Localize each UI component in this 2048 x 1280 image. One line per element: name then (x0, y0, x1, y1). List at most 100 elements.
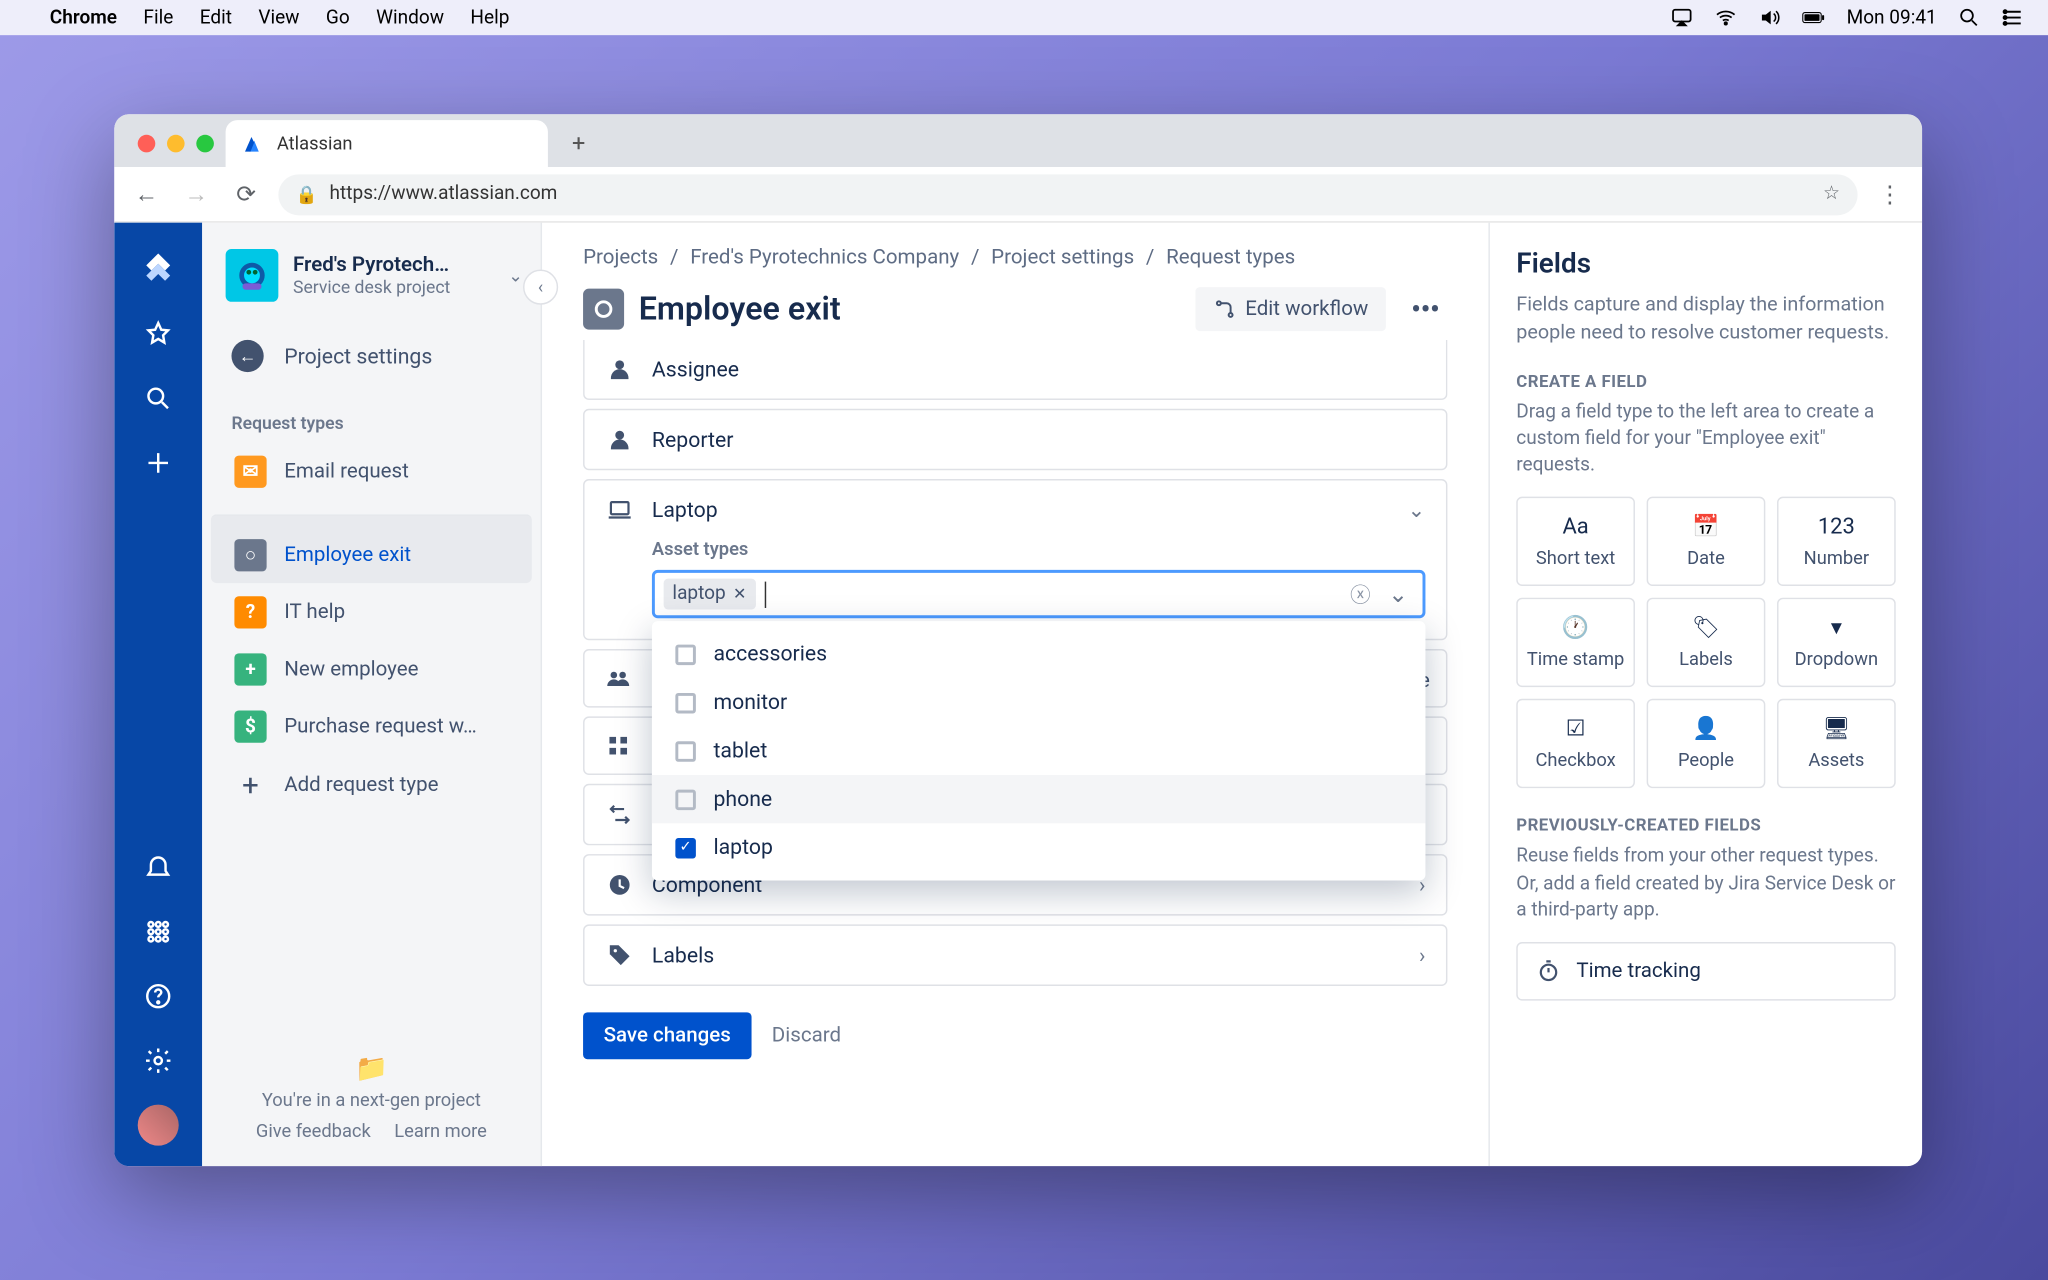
field-type-icon: 🕐 (1562, 614, 1589, 640)
url-field[interactable]: 🔒 https://www.atlassian.com ☆ (278, 174, 1857, 215)
browser-tab[interactable]: Atlassian (226, 120, 548, 167)
field-type-assets[interactable]: 🖥Assets (1777, 699, 1896, 788)
time-tracking-field[interactable]: Time tracking (1516, 942, 1895, 1001)
nav-settings-icon[interactable] (132, 1034, 185, 1087)
folder-icon: 📁 (226, 1053, 518, 1084)
breadcrumb-item[interactable]: Request types (1166, 246, 1295, 269)
wifi-icon[interactable] (1715, 6, 1738, 29)
stopwatch-icon (1535, 958, 1561, 984)
field-type-dropdown[interactable]: ▾Dropdown (1777, 598, 1896, 687)
menu-view[interactable]: View (258, 7, 299, 29)
nav-star-icon[interactable] (132, 308, 185, 361)
clear-all-icon[interactable]: ⓧ (1350, 579, 1371, 608)
field-reporter[interactable]: Reporter (583, 409, 1447, 471)
request-type-item[interactable]: ✉Email request (211, 444, 532, 500)
chrome-menu-button[interactable]: ⋮ (1872, 177, 1907, 212)
dropdown-option[interactable]: tablet (652, 727, 1426, 775)
field-laptop: Laptop⌄ Asset types laptop✕ ⓧ ⌄ accessor… (583, 479, 1447, 640)
address-bar: ← → ⟳ 🔒 https://www.atlassian.com ☆ ⋮ (114, 167, 1922, 223)
window-controls[interactable] (132, 135, 226, 167)
nav-create-icon[interactable] (132, 437, 185, 490)
jira-app: ‹ Fred's Pyrotech… Service desk project … (114, 223, 1922, 1166)
menubar-app[interactable]: Chrome (50, 7, 117, 29)
menubar-clock[interactable]: Mon 09:41 (1847, 7, 1937, 29)
team-icon (605, 665, 631, 691)
field-assignee[interactable]: Assignee (583, 340, 1447, 400)
dropdown-option[interactable]: accessories (652, 630, 1426, 678)
dropdown-option[interactable]: monitor (652, 678, 1426, 726)
breadcrumb-item[interactable]: Fred's Pyrotechnics Company (690, 246, 959, 269)
lock-icon: 🔒 (296, 184, 318, 205)
previously-created-heading: PREVIOUSLY-CREATED FIELDS (1516, 815, 1895, 836)
battery-icon[interactable] (1803, 6, 1826, 29)
field-labels[interactable]: Labels› (583, 924, 1447, 986)
forward-button[interactable]: → (179, 177, 214, 212)
request-type-glyph-icon: + (234, 653, 266, 685)
remove-chip-icon[interactable]: ✕ (733, 585, 747, 604)
request-type-item[interactable]: +New employee (211, 642, 532, 698)
menu-help[interactable]: Help (470, 7, 509, 29)
chevron-down-icon[interactable]: ⌄ (1408, 497, 1426, 522)
nav-apps-icon[interactable] (132, 905, 185, 958)
field-type-icon: 🖥 (1822, 715, 1850, 741)
request-type-item[interactable]: ?IT help (211, 585, 532, 641)
asset-types-multiselect[interactable]: laptop✕ ⓧ ⌄ accessoriesmonitortabletphon… (652, 570, 1426, 618)
breadcrumb-item[interactable]: Project settings (991, 246, 1134, 269)
asset-types-dropdown: accessoriesmonitortabletphone✓laptop (652, 621, 1426, 880)
menu-edit[interactable]: Edit (200, 7, 232, 29)
field-type-people[interactable]: 👤People (1647, 699, 1766, 788)
project-header[interactable]: Fred's Pyrotech… Service desk project ⌄ (202, 223, 540, 314)
nav-avatar[interactable] (138, 1105, 179, 1146)
global-nav (114, 223, 202, 1166)
request-type-item[interactable]: $Purchase request w… (211, 699, 532, 755)
field-type-short-text[interactable]: AaShort text (1516, 497, 1635, 586)
field-type-number[interactable]: 123Number (1777, 497, 1896, 586)
field-type-time-stamp[interactable]: 🕐Time stamp (1516, 598, 1635, 687)
control-center-icon[interactable] (2001, 6, 2024, 29)
field-type-checkbox[interactable]: ☑Checkbox (1516, 699, 1635, 788)
jira-logo-icon[interactable] (138, 243, 179, 284)
edit-workflow-button[interactable]: Edit workflow (1195, 287, 1385, 331)
tab-strip: Atlassian + (114, 114, 1922, 167)
nav-help-icon[interactable] (132, 970, 185, 1023)
checkbox-icon (675, 692, 696, 713)
field-type-labels[interactable]: 🏷Labels (1647, 598, 1766, 687)
project-subtitle: Service desk project (293, 277, 494, 298)
checkbox-icon (675, 644, 696, 665)
give-feedback-link[interactable]: Give feedback (256, 1121, 371, 1143)
field-type-date[interactable]: 📅Date (1647, 497, 1766, 586)
discard-button[interactable]: Discard (772, 1024, 841, 1047)
menu-go[interactable]: Go (326, 7, 350, 29)
new-tab-button[interactable]: + (557, 120, 601, 164)
nav-notifications-icon[interactable] (132, 841, 185, 894)
airplay-icon[interactable] (1671, 6, 1694, 29)
project-switcher-chevron-icon[interactable]: ⌄ (508, 265, 523, 286)
dropdown-chevron-icon[interactable]: ⌄ (1388, 580, 1408, 608)
request-type-item[interactable]: ○Employee exit (211, 514, 532, 583)
selected-chip[interactable]: laptop✕ (664, 579, 756, 610)
spotlight-icon[interactable] (1957, 6, 1980, 29)
nav-search-icon[interactable] (132, 372, 185, 425)
more-actions-button[interactable]: ••• (1403, 287, 1447, 331)
dropdown-option[interactable]: phone (652, 775, 1426, 823)
asset-types-label: Asset types (652, 539, 1426, 561)
person-icon (605, 355, 634, 384)
volume-icon[interactable] (1759, 6, 1782, 29)
next-gen-msg: You're in a next-gen project (226, 1090, 518, 1112)
add-request-type[interactable]: +Add request type (211, 756, 532, 815)
field-type-icon: 📅 (1692, 513, 1719, 539)
field-type-icon: 👤 (1692, 715, 1719, 741)
bookmark-star-icon[interactable]: ☆ (1823, 183, 1840, 205)
back-button[interactable]: ← (129, 177, 164, 212)
breadcrumb-item[interactable]: Projects (583, 246, 658, 269)
menu-file[interactable]: File (143, 7, 173, 29)
menu-window[interactable]: Window (376, 7, 444, 29)
reload-button[interactable]: ⟳ (229, 177, 264, 212)
create-field-desc: Drag a field type to the left area to cr… (1516, 400, 1895, 480)
learn-more-link[interactable]: Learn more (394, 1121, 487, 1143)
save-button[interactable]: Save changes (583, 1012, 751, 1059)
project-avatar-icon (226, 249, 279, 302)
dropdown-option[interactable]: ✓laptop (652, 823, 1426, 871)
back-to-project-settings[interactable]: ← Project settings (202, 328, 540, 384)
collapse-sidebar-button[interactable]: ‹ (523, 270, 558, 305)
